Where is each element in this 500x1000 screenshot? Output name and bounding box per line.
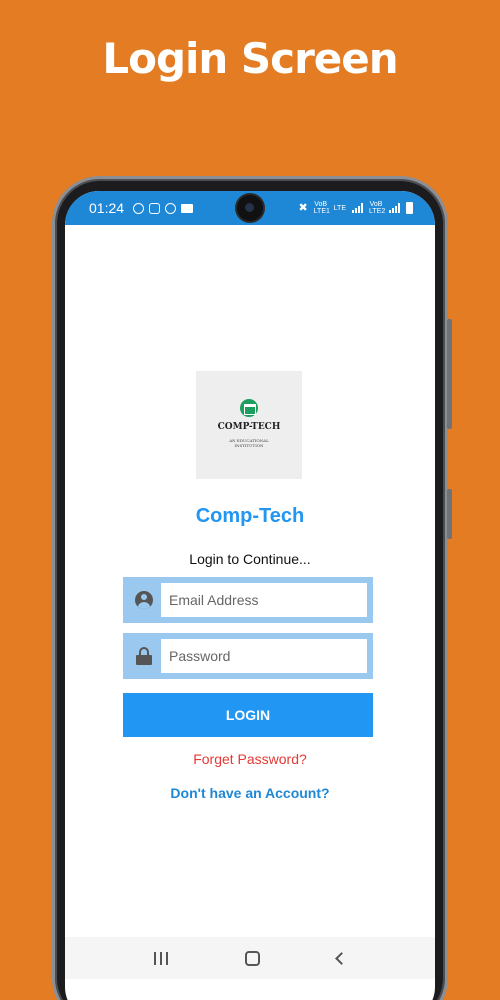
mute-icon: ✖ (298, 201, 308, 214)
banner-title: Login Screen (102, 34, 398, 83)
network-label-1: VoB LTE1 (313, 201, 330, 215)
signup-link[interactable]: Don't have an Account? (65, 785, 435, 801)
login-button[interactable]: LOGIN (123, 693, 373, 737)
user-icon (131, 591, 157, 609)
signal-icon-2 (389, 203, 400, 213)
status-bar: 01:24 ✖ VoB LTE1 LTE VoB LTE2 (65, 191, 435, 225)
navigation-bar (65, 937, 435, 979)
message-icon (181, 203, 194, 213)
home-icon[interactable] (244, 950, 260, 966)
power-button (447, 489, 452, 539)
phone-icon (165, 202, 177, 214)
phone-frame: 01:24 ✖ VoB LTE1 LTE VoB LTE2 COMP-TECH (52, 176, 452, 1000)
status-right: ✖ VoB LTE1 LTE VoB LTE2 (298, 201, 413, 215)
recent-apps-icon[interactable] (153, 951, 168, 965)
password-field-container (123, 633, 373, 679)
network-label-2: LTE (333, 204, 346, 212)
app-name: Comp-Tech (195, 505, 305, 527)
phone-screen: 01:24 ✖ VoB LTE1 LTE VoB LTE2 COMP-TECH (65, 191, 435, 1000)
login-subtitle: Login to Continue... (189, 551, 311, 567)
signal-icon (352, 203, 363, 213)
email-field-container (123, 577, 373, 623)
logo-tagline: AN EDUCATIONAL INSTITUTION (229, 438, 269, 448)
whatsapp-icon (133, 202, 145, 214)
status-time: 01:24 (89, 200, 125, 216)
password-input[interactable] (161, 639, 367, 673)
status-left: 01:24 (89, 200, 194, 216)
battery-icon (406, 202, 413, 214)
instagram-icon (149, 202, 161, 214)
front-camera (237, 195, 263, 221)
forget-password-link[interactable]: Forget Password? (65, 751, 435, 767)
volume-button (447, 319, 452, 429)
logo-emblem-icon (240, 399, 258, 417)
email-input[interactable] (161, 583, 367, 617)
back-icon[interactable] (335, 951, 349, 965)
network-label-3: VoB LTE2 (369, 201, 386, 215)
login-content: COMP-TECH AN EDUCATIONAL INSTITUTION Com… (65, 225, 435, 979)
logo-name: COMP-TECH (217, 422, 281, 432)
lock-icon (131, 647, 157, 665)
app-logo: COMP-TECH AN EDUCATIONAL INSTITUTION (196, 371, 302, 479)
